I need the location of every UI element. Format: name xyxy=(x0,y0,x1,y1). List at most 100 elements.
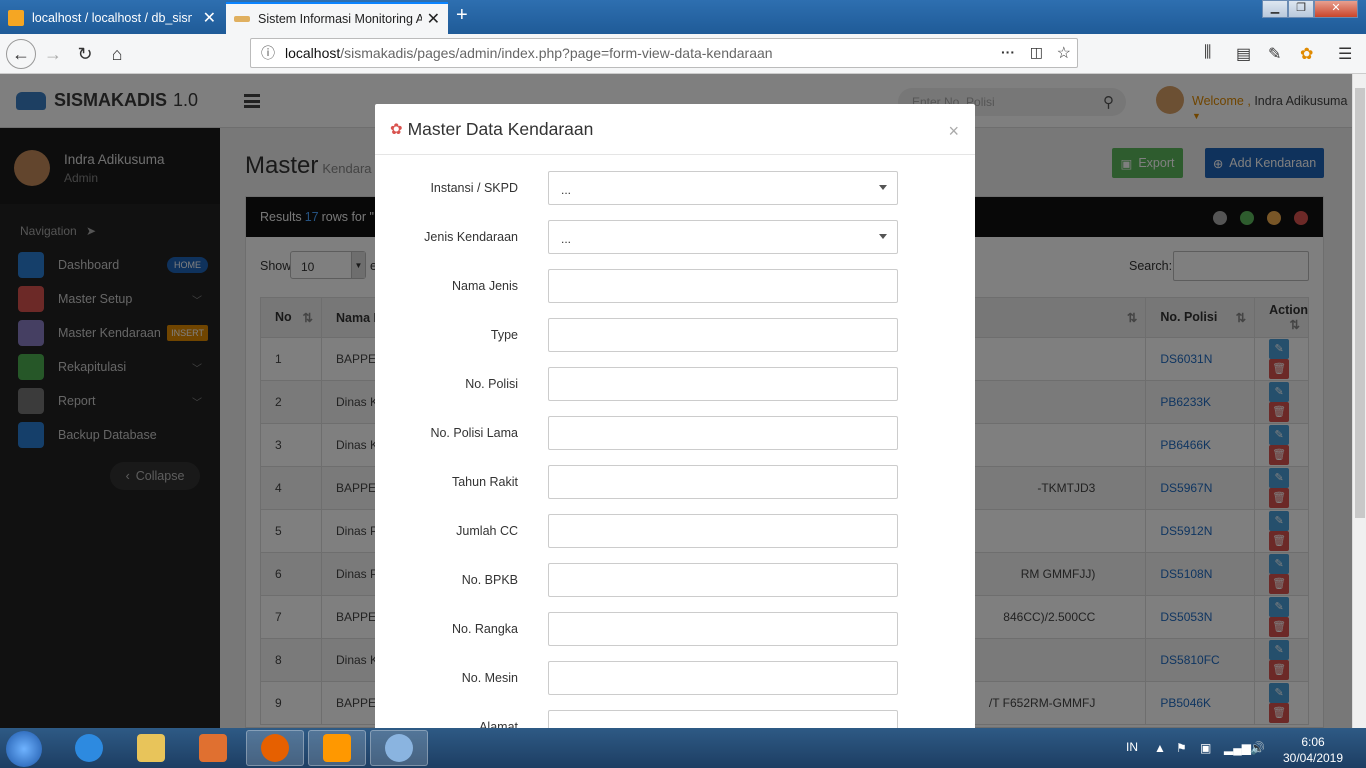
maximize-window-icon[interactable]: ❐ xyxy=(1288,0,1314,18)
field-label: Alamat xyxy=(479,720,518,728)
select-value: ... xyxy=(561,183,572,197)
back-icon[interactable]: ← xyxy=(6,39,36,69)
type-field[interactable] xyxy=(548,318,898,352)
field-label: Jumlah CC xyxy=(456,524,518,538)
master-data-kendaraan-modal: ✿ Master Data Kendaraan × Instansi / SKP… xyxy=(375,104,975,728)
language-indicator[interactable]: IN xyxy=(1126,740,1138,754)
volume-icon[interactable]: 🔊 xyxy=(1250,741,1265,755)
scrollbar-thumb[interactable] xyxy=(1355,88,1365,518)
field-label: No. Mesin xyxy=(461,671,518,685)
gear-icon: ✿ xyxy=(390,121,403,138)
new-tab-icon[interactable]: + xyxy=(456,4,468,27)
taskbar-paint[interactable] xyxy=(370,730,428,766)
form-row-alamat: Alamat xyxy=(375,710,975,728)
start-button-icon[interactable] xyxy=(6,731,42,767)
caret-down-icon xyxy=(879,185,887,190)
form-row-no-rangka: No. Rangka xyxy=(375,612,975,646)
tab-label: localhost / localhost / db_sisma xyxy=(32,11,192,25)
browser-tab-sismakadis[interactable]: Sistem Informasi Monitoring A ✕ xyxy=(226,2,448,34)
form-row-no-polisi: No. Polisi xyxy=(375,367,975,401)
taskbar-media-player[interactable] xyxy=(184,730,242,766)
clock-date: 30/04/2019 xyxy=(1282,751,1344,765)
taskbar-firefox[interactable] xyxy=(246,730,304,766)
bookmark-star-icon[interactable]: ☆ xyxy=(1057,43,1071,63)
menu-icon[interactable]: ☰ xyxy=(1338,44,1352,64)
no-bpkb-field[interactable] xyxy=(548,563,898,597)
form-row-no-mesin: No. Mesin xyxy=(375,661,975,695)
close-window-icon[interactable]: ✕ xyxy=(1314,0,1358,18)
field-label: No. Polisi Lama xyxy=(430,426,518,440)
modal-close-icon[interactable]: × xyxy=(948,121,959,142)
page-actions-icon[interactable]: ··· xyxy=(1001,44,1015,60)
app-viewport: SISMAKADIS 1.0 Enter No. Polisi ⚲ Welcom… xyxy=(0,74,1352,728)
jumlah-cc-field[interactable] xyxy=(548,514,898,548)
field-label: Instansi / SKPD xyxy=(430,181,518,195)
no-rangka-field[interactable] xyxy=(548,612,898,646)
browser-tab-bar: localhost / localhost / db_sisma ✕ Siste… xyxy=(0,0,1366,34)
nama-jenis-field[interactable] xyxy=(548,269,898,303)
device-icon[interactable]: ▣ xyxy=(1200,741,1211,755)
url-path: /sismakadis/pages/admin/index.php?page=f… xyxy=(340,45,773,61)
field-label: Nama Jenis xyxy=(452,279,518,293)
close-tab-icon[interactable]: ✕ xyxy=(203,8,216,28)
no-mesin-field[interactable] xyxy=(548,661,898,695)
info-icon: ⓘ xyxy=(261,45,275,61)
pocket-icon[interactable]: ◫ xyxy=(1030,44,1043,61)
select-value: ... xyxy=(561,232,572,246)
field-label: No. Polisi xyxy=(465,377,518,391)
library-icon[interactable]: ⫼ xyxy=(1204,44,1211,62)
field-label: Tahun Rakit xyxy=(451,475,518,489)
field-label: Jenis Kendaraan xyxy=(424,230,518,244)
form-row-jenis-kendaraan: Jenis Kendaraan ... xyxy=(375,220,975,254)
page-scrollbar[interactable] xyxy=(1352,74,1366,728)
url-bar[interactable]: ⓘ localhost /sismakadis/pages/admin/inde… xyxy=(250,38,1078,68)
folder-icon xyxy=(137,734,165,762)
minimize-window-icon[interactable]: ▁ xyxy=(1262,0,1288,18)
show-hidden-icons-icon[interactable]: ▲ xyxy=(1154,741,1166,755)
url-host: localhost xyxy=(285,45,341,61)
media-player-icon xyxy=(199,734,227,762)
form-row-no-polisi-lama: No. Polisi Lama xyxy=(375,416,975,450)
sidebar-toggle-icon[interactable]: ▤ xyxy=(1236,44,1251,64)
caret-down-icon xyxy=(879,234,887,239)
form-row-no-bpkb: No. BPKB xyxy=(375,563,975,597)
close-tab-icon[interactable]: ✕ xyxy=(427,9,440,29)
site-favicon-icon xyxy=(234,16,250,22)
taskbar-sublime-text[interactable] xyxy=(308,730,366,766)
eyedropper-icon[interactable]: ✎ xyxy=(1268,44,1281,64)
browser-toolbar: ← → ↻ ⌂ ⓘ localhost /sismakadis/pages/ad… xyxy=(0,34,1366,74)
jenis-kendaraan-select[interactable]: ... xyxy=(548,220,898,254)
tahun-rakit-field[interactable] xyxy=(548,465,898,499)
modal-title: Master Data Kendaraan xyxy=(407,118,594,139)
forward-icon[interactable]: → xyxy=(38,39,68,69)
system-clock[interactable]: 6:06 30/04/2019 xyxy=(1282,734,1344,766)
clock-time: 6:06 xyxy=(1301,735,1325,749)
internet-explorer-icon xyxy=(75,734,103,762)
form-row-type: Type xyxy=(375,318,975,352)
tab-label: Sistem Informasi Monitoring A xyxy=(258,12,422,26)
modal-header: ✿ Master Data Kendaraan xyxy=(375,104,975,155)
network-signal-icon[interactable]: ▂▄▆ xyxy=(1224,741,1251,755)
field-label: Type xyxy=(490,328,518,342)
alamat-field[interactable] xyxy=(548,710,898,728)
phpmyadmin-icon xyxy=(8,10,24,26)
taskbar-internet-explorer[interactable] xyxy=(60,730,118,766)
extension-icon[interactable]: ✿ xyxy=(1300,44,1313,64)
browser-tab-phpmyadmin[interactable]: localhost / localhost / db_sisma ✕ xyxy=(0,2,224,34)
action-center-icon[interactable]: ⚑ xyxy=(1176,741,1187,755)
instansi-select[interactable]: ... xyxy=(548,171,898,205)
paint-palette-icon xyxy=(385,734,413,762)
taskbar-file-explorer[interactable] xyxy=(122,730,180,766)
form-row-tahun-rakit: Tahun Rakit xyxy=(375,465,975,499)
field-label: No. BPKB xyxy=(461,573,518,587)
field-label: No. Rangka xyxy=(451,622,518,636)
form-row-jumlah-cc: Jumlah CC xyxy=(375,514,975,548)
form-row-nama-jenis: Nama Jenis xyxy=(375,269,975,303)
no-polisi-field[interactable] xyxy=(548,367,898,401)
sublime-text-icon xyxy=(323,734,351,762)
reload-icon[interactable]: ↻ xyxy=(70,39,100,69)
form-row-instansi: Instansi / SKPD ... xyxy=(375,171,975,205)
home-icon[interactable]: ⌂ xyxy=(102,39,132,69)
firefox-icon xyxy=(261,734,289,762)
no-polisi-lama-field[interactable] xyxy=(548,416,898,450)
